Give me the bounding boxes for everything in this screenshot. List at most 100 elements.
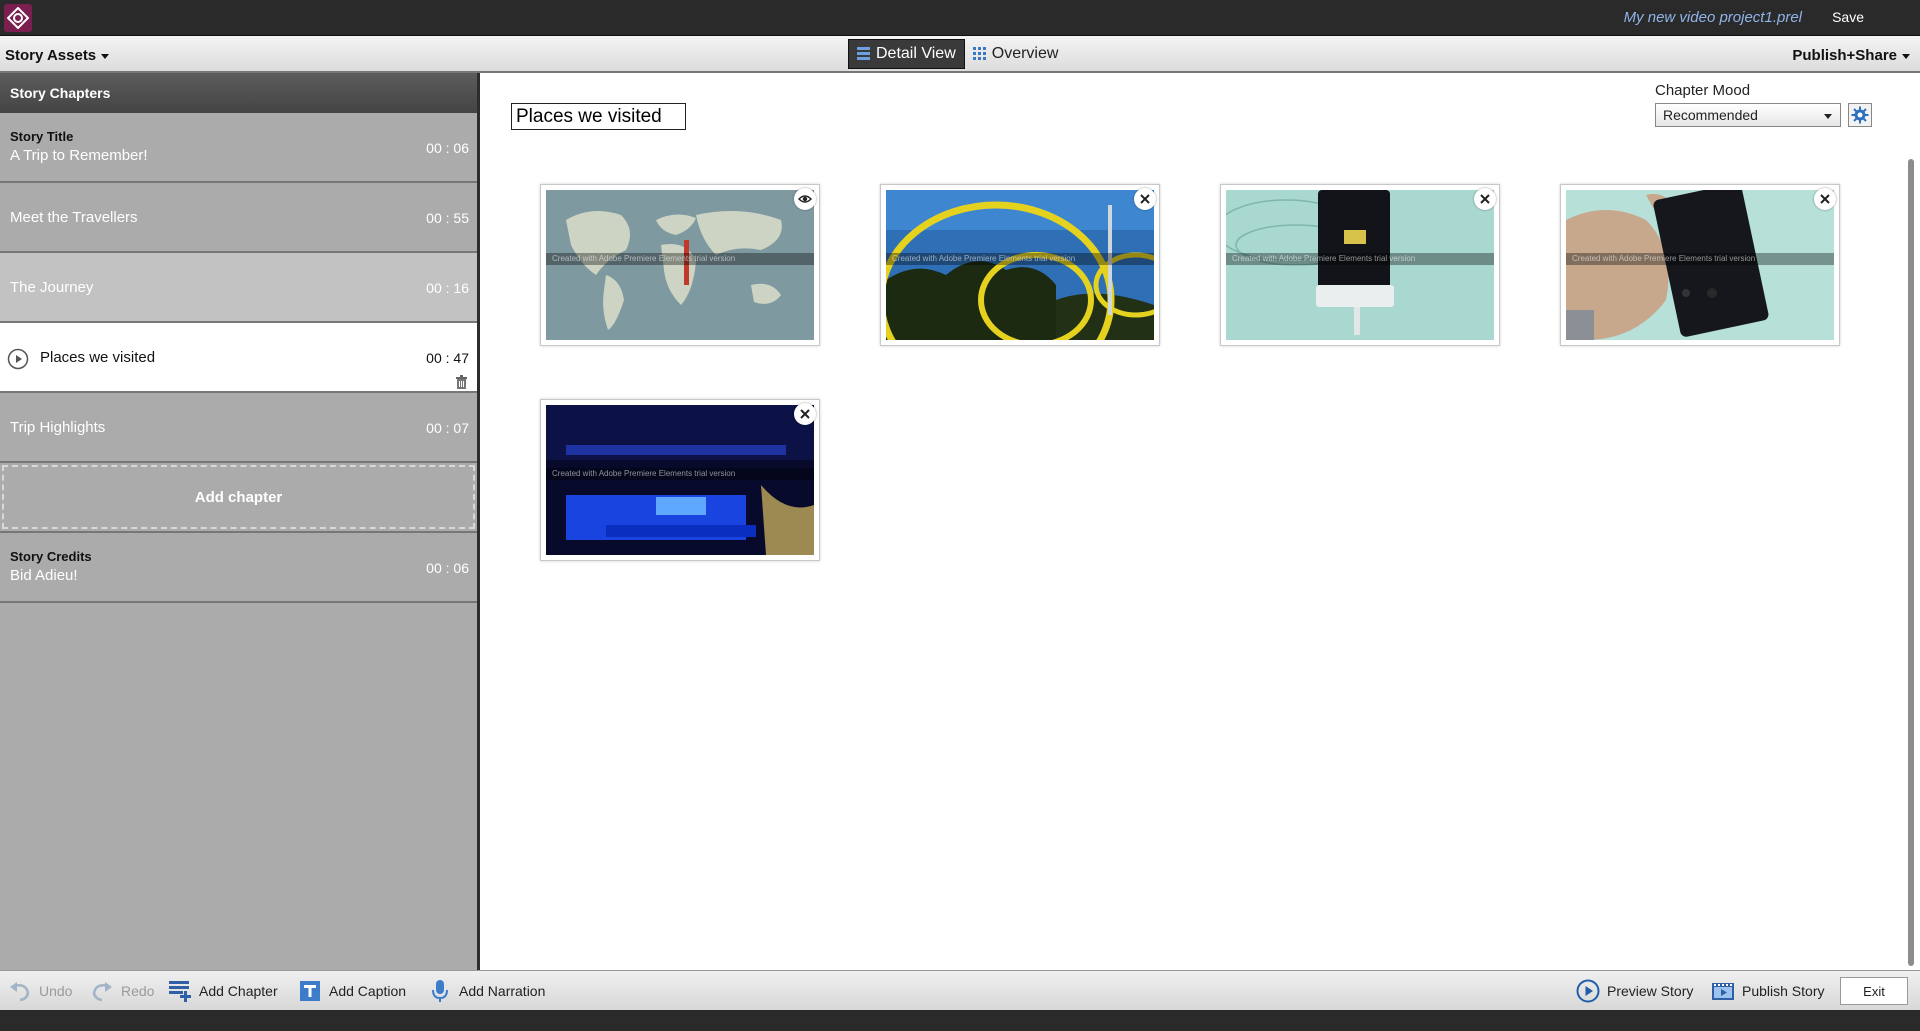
chapter-title: Bid Adieu! — [10, 567, 78, 584]
watermark-text: Created with Adobe Premiere Elements tri… — [1566, 253, 1834, 265]
chapter-mood-value: Recommended — [1663, 107, 1758, 123]
media-image: Created with Adobe Premiere Elements tri… — [546, 190, 814, 340]
chapter-duration: 00 : 06 — [426, 560, 469, 576]
blue-display-image — [546, 405, 814, 555]
mood-settings-button[interactable] — [1848, 103, 1872, 127]
chapter-the-journey[interactable]: The Journey 00 : 16 — [0, 253, 477, 323]
chapter-duration: 00 : 55 — [426, 210, 469, 226]
overview-label: Overview — [991, 45, 1059, 62]
menu-bar: Story Assets Detail View Overview Publis… — [0, 36, 1920, 73]
close-icon — [1140, 194, 1150, 204]
visibility-toggle[interactable] — [794, 188, 816, 210]
add-caption-label: Add Caption — [329, 983, 407, 999]
chapter-duration: 00 : 16 — [426, 280, 469, 296]
undo-label: Undo — [39, 983, 73, 999]
media-thumbnail[interactable]: Created with Adobe Premiere Elements tri… — [880, 184, 1160, 346]
world-map-image — [546, 190, 814, 340]
close-icon — [1480, 194, 1490, 204]
media-image: Created with Adobe Premiere Elements tri… — [886, 190, 1154, 340]
close-icon — [1820, 194, 1830, 204]
play-icon[interactable] — [7, 348, 29, 370]
add-chapter-button[interactable]: Add Chapter — [168, 979, 278, 1003]
add-chapter-icon — [169, 981, 191, 1002]
media-thumbnail[interactable]: Created with Adobe Premiere Elements tri… — [1560, 184, 1840, 346]
media-image: Created with Adobe Premiere Elements tri… — [1566, 190, 1834, 340]
yellow-rings-image — [886, 190, 1154, 340]
preview-story-label: Preview Story — [1607, 983, 1694, 999]
chapter-name-input[interactable] — [511, 103, 686, 130]
add-chapter-slot: Add chapter — [0, 463, 477, 533]
chapter-duration: 00 : 07 — [426, 420, 469, 436]
chapter-places-we-visited[interactable]: Places we visited 00 : 47 — [0, 323, 477, 393]
chapter-duration: 00 : 47 — [426, 350, 469, 366]
panel-header: Story Chapters — [0, 73, 477, 113]
remove-button[interactable] — [1134, 188, 1156, 210]
remove-button[interactable] — [1474, 188, 1496, 210]
undo-button[interactable]: Undo — [8, 979, 72, 1003]
remove-button[interactable] — [1814, 188, 1836, 210]
story-assets-label: Story Assets — [5, 47, 97, 64]
chapter-trip-highlights[interactable]: Trip Highlights 00 : 07 — [0, 393, 477, 463]
add-chapter-label: Add Chapter — [199, 983, 278, 999]
chapter-story-credits[interactable]: Story Credits Bid Adieu! 00 : 06 — [0, 533, 477, 603]
add-narration-label: Add Narration — [459, 983, 546, 999]
chevron-down-icon — [1902, 53, 1910, 59]
chapter-subtitle: Story Title — [10, 129, 74, 144]
watermark-text: Created with Adobe Premiere Elements tri… — [546, 468, 814, 480]
media-thumbnail[interactable]: Created with Adobe Premiere Elements tri… — [1220, 184, 1500, 346]
chapter-mood-dropdown[interactable]: Recommended — [1655, 103, 1841, 127]
chapter-title: Meet the Travellers — [10, 209, 138, 226]
redo-button[interactable]: Redo — [90, 979, 154, 1003]
publish-story-button[interactable]: Publish Story — [1711, 979, 1824, 1003]
chapter-subtitle: Story Credits — [10, 549, 92, 564]
chapter-duration: 00 : 06 — [426, 140, 469, 156]
story-assets-menu[interactable]: Story Assets — [5, 47, 110, 64]
publish-story-label: Publish Story — [1742, 983, 1825, 999]
media-image: Created with Adobe Premiere Elements tri… — [1226, 190, 1494, 340]
gear-icon — [1851, 106, 1869, 124]
watermark-text: Created with Adobe Premiere Elements tri… — [546, 253, 814, 265]
add-caption-icon — [300, 981, 320, 1001]
save-button[interactable]: Save — [1832, 9, 1864, 25]
chapter-meet-the-travellers[interactable]: Meet the Travellers 00 : 55 — [0, 183, 477, 253]
eye-icon — [798, 195, 812, 203]
vertical-scrollbar[interactable] — [1908, 159, 1914, 966]
tab-overview[interactable]: Overview — [965, 39, 1067, 69]
add-chapter-button[interactable]: Add chapter — [2, 465, 475, 529]
remove-button[interactable] — [794, 403, 816, 425]
media-thumbnail[interactable]: Created with Adobe Premiere Elements tri… — [540, 399, 820, 561]
redo-icon — [92, 982, 112, 1002]
list-view-icon — [857, 47, 870, 60]
publish-share-menu[interactable]: Publish+Share — [1792, 47, 1910, 64]
chapter-mood-label: Chapter Mood — [1655, 82, 1751, 99]
add-caption-button[interactable]: Add Caption — [298, 979, 406, 1003]
title-bar: My new video project1.prel Save — [0, 0, 1920, 36]
watermark-text: Created with Adobe Premiere Elements tri… — [886, 253, 1154, 265]
story-chapters-panel: Story Chapters Story Title A Trip to Rem… — [0, 73, 480, 970]
footer-strip — [0, 1010, 1920, 1031]
chapter-title: Trip Highlights — [10, 419, 106, 436]
chapter-title: A Trip to Remember! — [10, 147, 148, 164]
preview-story-button[interactable]: Preview Story — [1576, 979, 1693, 1003]
bottom-toolbar: Undo Redo Add Chapter Add Caption Add Na… — [0, 970, 1920, 1010]
chapter-story-title[interactable]: Story Title A Trip to Remember! 00 : 06 — [0, 113, 477, 183]
add-narration-button[interactable]: Add Narration — [428, 979, 545, 1003]
hand-phone-image — [1566, 190, 1834, 340]
tab-detail-view[interactable]: Detail View — [848, 39, 965, 69]
chapter-title: Places we visited — [40, 349, 156, 366]
grid-view-icon — [972, 47, 986, 60]
phone-dock-image — [1226, 190, 1494, 340]
exit-button[interactable]: Exit — [1840, 977, 1908, 1005]
app-logo-icon — [4, 4, 32, 32]
publish-share-label: Publish+Share — [1792, 47, 1897, 64]
chevron-down-icon — [101, 53, 110, 59]
view-switcher: Detail View Overview — [848, 39, 1066, 69]
media-thumbnail[interactable]: Created with Adobe Premiere Elements tri… — [540, 184, 820, 346]
play-circle-icon — [1576, 979, 1600, 1003]
chevron-down-icon — [1824, 114, 1832, 119]
redo-label: Redo — [121, 983, 155, 999]
chapter-detail-area: Chapter Mood Recommended Created with — [483, 73, 1920, 970]
trash-icon[interactable] — [455, 375, 468, 389]
microphone-icon — [432, 980, 448, 1002]
detail-view-label: Detail View — [876, 45, 956, 62]
